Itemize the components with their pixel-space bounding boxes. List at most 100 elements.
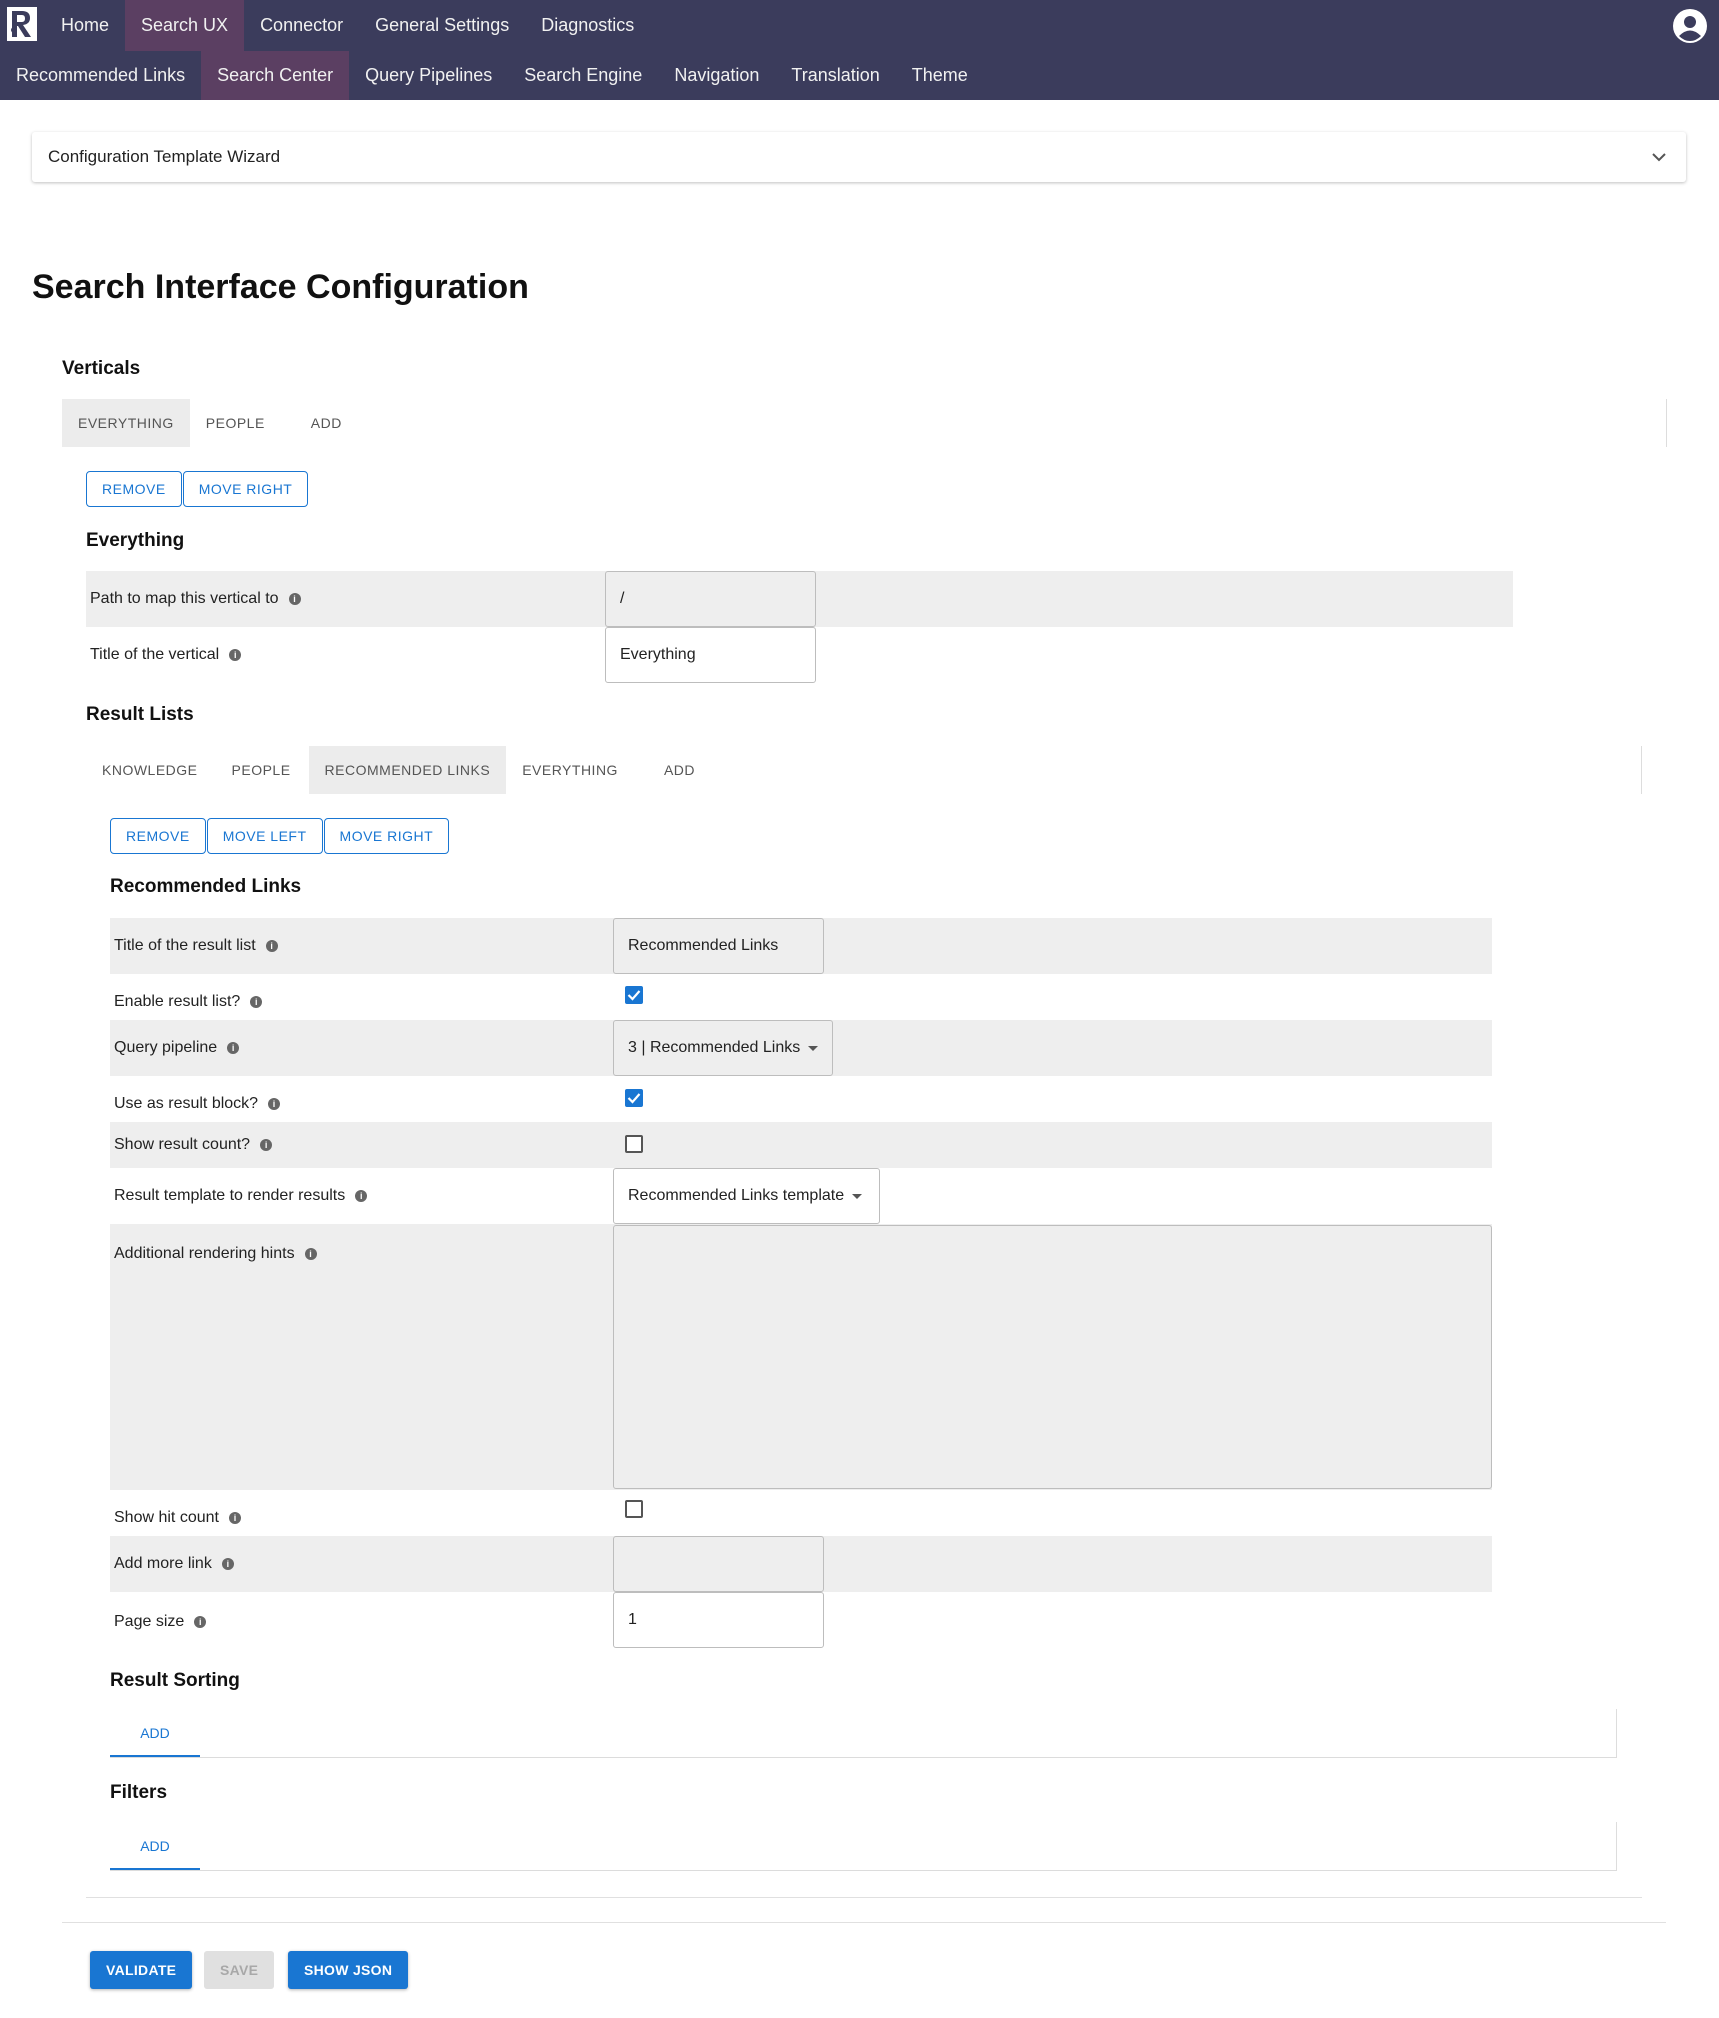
vertical-title-label: Title of the vertical i bbox=[90, 627, 242, 683]
verticals-tabs: EVERYTHING PEOPLE ADD bbox=[62, 399, 372, 447]
result-list-title-input[interactable]: Recommended Links bbox=[613, 918, 824, 974]
enable-result-list-row: Enable result list? i bbox=[110, 974, 1492, 1020]
chevron-down-icon[interactable] bbox=[1650, 148, 1668, 166]
info-icon[interactable]: i bbox=[229, 649, 242, 661]
move-right-result-list-button[interactable]: MOVE RIGHT bbox=[323, 818, 450, 854]
info-icon[interactable]: i bbox=[228, 1512, 241, 1524]
show-hit-count-checkbox[interactable] bbox=[625, 1500, 643, 1518]
vertical-path-input[interactable]: / bbox=[605, 571, 816, 627]
verticals-end-divider bbox=[62, 1922, 1666, 1923]
tab-people[interactable]: PEOPLE bbox=[190, 399, 281, 447]
result-lists-end-divider bbox=[86, 1897, 1642, 1898]
checkmark-icon bbox=[627, 1093, 641, 1104]
add-sorting-tab[interactable]: ADD bbox=[110, 1709, 200, 1757]
tab-people[interactable]: PEOPLE bbox=[214, 746, 309, 794]
vertical-name-heading: Everything bbox=[86, 530, 185, 551]
filters-divider bbox=[110, 1870, 1617, 1871]
info-icon[interactable]: i bbox=[221, 1558, 234, 1570]
enable-result-list-checkbox[interactable] bbox=[625, 986, 643, 1004]
add-filter-tab[interactable]: ADD bbox=[110, 1822, 200, 1870]
use-as-result-block-checkbox[interactable] bbox=[625, 1089, 643, 1107]
info-icon[interactable]: i bbox=[355, 1190, 368, 1202]
info-icon[interactable]: i bbox=[288, 593, 301, 605]
info-icon[interactable]: i bbox=[304, 1248, 317, 1260]
nav-diagnostics[interactable]: Diagnostics bbox=[525, 0, 650, 51]
app-logo-icon[interactable] bbox=[6, 6, 38, 44]
secondary-nav: Recommended Links Search Center Query Pi… bbox=[0, 51, 984, 100]
nav-home[interactable]: Home bbox=[45, 0, 125, 51]
info-icon[interactable]: i bbox=[265, 940, 278, 952]
use-as-result-block-row: Use as result block? i bbox=[110, 1076, 1492, 1122]
dropdown-arrow-icon bbox=[852, 1193, 863, 1199]
checkmark-icon bbox=[627, 990, 641, 1001]
result-lists-tabs: KNOWLEDGE PEOPLE RECOMMENDED LINKS EVERY… bbox=[86, 746, 725, 794]
subnav-navigation[interactable]: Navigation bbox=[658, 51, 775, 100]
subnav-theme[interactable]: Theme bbox=[896, 51, 984, 100]
result-list-name-heading: Recommended Links bbox=[110, 876, 302, 897]
add-more-link-label: Add more link i bbox=[114, 1536, 234, 1592]
nav-connector[interactable]: Connector bbox=[244, 0, 359, 51]
sorting-divider bbox=[110, 1757, 1617, 1758]
query-pipeline-label: Query pipeline i bbox=[114, 1020, 240, 1076]
verticals-heading: Verticals bbox=[62, 358, 141, 379]
query-pipeline-value: 3 | Recommended Links bbox=[628, 1039, 801, 1056]
subnav-search-engine[interactable]: Search Engine bbox=[508, 51, 658, 100]
tab-everything[interactable]: EVERYTHING bbox=[62, 399, 190, 447]
info-icon[interactable]: i bbox=[268, 1098, 281, 1110]
subnav-recommended-links[interactable]: Recommended Links bbox=[0, 51, 201, 100]
info-icon[interactable]: i bbox=[260, 1139, 273, 1151]
move-left-result-list-button[interactable]: MOVE LEFT bbox=[206, 818, 323, 854]
sorting-tab-border bbox=[1616, 1709, 1617, 1757]
result-lists-heading: Result Lists bbox=[86, 704, 194, 725]
show-result-count-checkbox[interactable] bbox=[625, 1135, 643, 1153]
result-sorting-heading: Result Sorting bbox=[110, 1670, 240, 1691]
remove-result-list-button[interactable]: REMOVE bbox=[110, 818, 206, 854]
tab-recommended-links[interactable]: RECOMMENDED LINKS bbox=[308, 746, 507, 794]
account-avatar-icon[interactable] bbox=[1672, 8, 1708, 44]
info-icon[interactable]: i bbox=[250, 996, 263, 1008]
filters-tab-border bbox=[1616, 1822, 1617, 1870]
tabs-divider bbox=[1666, 399, 1667, 447]
vertical-actions: REMOVE MOVE RIGHT bbox=[86, 471, 309, 507]
page-size-label: Page size i bbox=[114, 1592, 207, 1652]
result-list-title-label: Title of the result list i bbox=[114, 918, 278, 974]
tab-add-result-list[interactable]: ADD bbox=[634, 746, 725, 794]
save-button[interactable]: SAVE bbox=[204, 1951, 275, 1989]
validate-button[interactable]: VALIDATE bbox=[90, 1951, 193, 1989]
primary-nav: Home Search UX Connector General Setting… bbox=[45, 0, 650, 51]
remove-vertical-button[interactable]: REMOVE bbox=[86, 471, 182, 507]
nav-general-settings[interactable]: General Settings bbox=[359, 0, 525, 51]
subnav-translation[interactable]: Translation bbox=[775, 51, 895, 100]
nav-search-ux[interactable]: Search UX bbox=[125, 0, 245, 51]
query-pipeline-select[interactable]: 3 | Recommended Links bbox=[613, 1020, 833, 1076]
top-navigation-bar: Home Search UX Connector General Setting… bbox=[0, 0, 1719, 100]
move-right-vertical-button[interactable]: MOVE RIGHT bbox=[182, 471, 309, 507]
wizard-label: Configuration Template Wizard bbox=[48, 147, 281, 166]
rendering-hints-textarea[interactable] bbox=[613, 1225, 1492, 1489]
info-icon[interactable]: i bbox=[227, 1042, 240, 1054]
dropdown-arrow-icon bbox=[808, 1045, 819, 1051]
result-template-value: Recommended Links template bbox=[628, 1187, 845, 1204]
show-result-count-row: Show result count? i bbox=[110, 1122, 1492, 1168]
tab-everything[interactable]: EVERYTHING bbox=[506, 746, 634, 794]
page-size-input[interactable]: 1 bbox=[613, 1592, 824, 1648]
tabs-divider bbox=[1641, 746, 1642, 794]
subnav-search-center[interactable]: Search Center bbox=[201, 51, 350, 100]
show-result-count-label: Show result count? i bbox=[114, 1122, 273, 1168]
show-hit-count-row: Show hit count i bbox=[110, 1490, 1492, 1536]
rendering-hints-label: Additional rendering hints i bbox=[114, 1242, 317, 1266]
tab-knowledge[interactable]: KNOWLEDGE bbox=[86, 746, 214, 794]
tab-add-vertical[interactable]: ADD bbox=[281, 399, 372, 447]
info-icon[interactable]: i bbox=[194, 1616, 207, 1628]
subnav-query-pipelines[interactable]: Query Pipelines bbox=[349, 51, 508, 100]
result-template-label: Result template to render results i bbox=[114, 1168, 368, 1224]
add-more-link-input[interactable] bbox=[613, 1536, 824, 1592]
page-title: Search Interface Configuration bbox=[32, 268, 529, 306]
result-template-select[interactable]: Recommended Links template bbox=[613, 1168, 880, 1224]
vertical-path-label: Path to map this vertical to i bbox=[90, 571, 301, 627]
configuration-template-wizard[interactable]: Configuration Template Wizard bbox=[32, 132, 1686, 182]
show-json-button[interactable]: SHOW JSON bbox=[288, 1951, 409, 1989]
filters-heading: Filters bbox=[110, 1782, 168, 1803]
vertical-title-input[interactable]: Everything bbox=[605, 627, 816, 683]
result-list-actions: REMOVE MOVE LEFT MOVE RIGHT bbox=[110, 818, 450, 854]
